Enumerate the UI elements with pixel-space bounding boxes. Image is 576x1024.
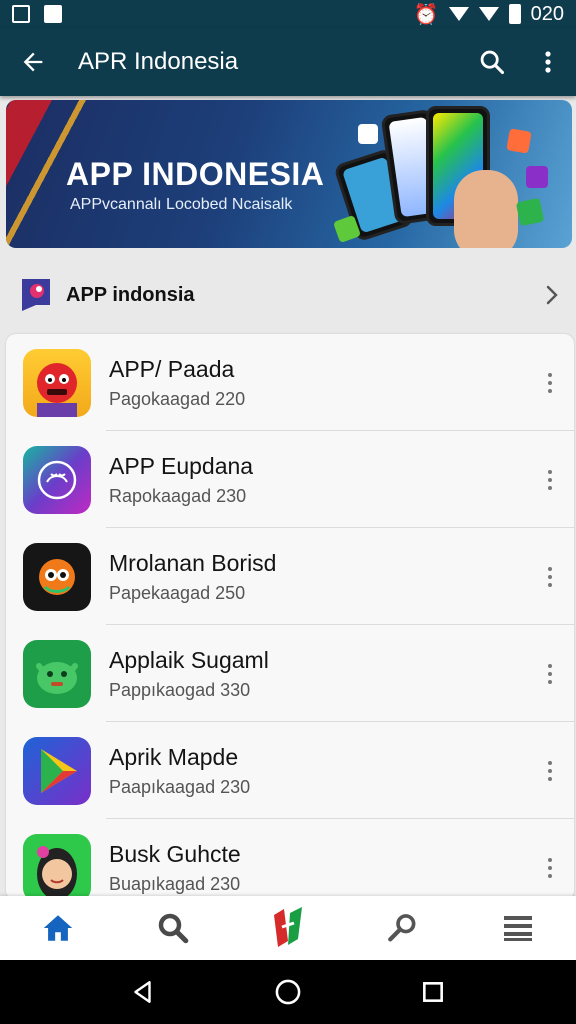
vibrate-icon: ⏰ [413,3,439,26]
app-name: Aprik Mapde [109,743,239,770]
back-button[interactable] [0,28,66,96]
triangle-back-icon [133,981,151,1003]
back-arrow-icon [23,52,43,72]
lion-app-icon [23,445,91,514]
search-button[interactable] [464,28,520,96]
app-tile-icon [526,166,548,188]
more-vert-icon [548,857,552,878]
section-title: APP indonsia [66,283,195,306]
item-more-button[interactable] [526,741,574,801]
girl-avatar-app-icon [23,833,91,900]
item-more-button[interactable] [526,450,574,510]
list-item[interactable]: Applaik Sugaml Pappıkaogad 330 [6,625,574,722]
more-vert-icon [545,51,551,73]
circle-home-icon [275,979,301,1005]
owl-app-icon [23,542,91,611]
status-time: 020 [530,2,564,25]
list-item[interactable]: Mrolanan Borisd Papekaagad 250 [6,528,574,625]
play-triangle-app-icon [23,736,91,805]
nav-menu[interactable] [461,896,576,960]
menu-icon [504,916,533,941]
app-list: APP/ Paada Pagokaagad 220 APP Eupdana Ra… [6,334,574,900]
app-bar: APR Indonesia [0,28,576,96]
app-tile-icon [515,197,545,227]
app-name: Applaik Sugaml [109,646,269,673]
app-name: Mrolanan Borisd [109,549,277,576]
nav-store[interactable] [230,896,345,960]
more-vert-icon [548,372,552,393]
item-more-button[interactable] [526,644,574,704]
nav-explore[interactable] [346,896,461,960]
more-vert-icon [548,663,552,684]
status-bar: ⏰ 020 [0,0,576,28]
more-vert-icon [548,760,552,781]
battery-icon [508,4,521,24]
hand-illustration [454,170,518,248]
app-subtitle: Buapıkagad 230 [109,873,241,894]
list-item[interactable]: APP Eupdana Rapokaagad 230 [6,431,574,528]
magnifier-icon [388,914,416,942]
search-icon [158,913,189,944]
app-subtitle: Pappıkaogad 330 [109,679,251,700]
app-subtitle: Paapıkaagad 230 [109,776,251,797]
banner-subtitle: APPvcannalı Locobed Ncaisalk [70,196,293,213]
section-header[interactable]: APP indonsia [0,268,576,322]
item-more-button[interactable] [526,547,574,607]
more-vert-icon [548,469,552,490]
promo-banner[interactable]: APP INDONESIA APPvcannalı Locobed Ncaisa… [6,100,572,248]
list-item[interactable]: Aprik Mapde Paapıkaagad 230 [6,722,574,819]
app-subtitle: Papekaagad 250 [109,582,246,603]
app-subtitle: Rapokaagad 230 [109,485,247,506]
app-subtitle: Pagokaagad 220 [109,388,246,409]
bottom-navigation [0,896,576,960]
banner-title: APP INDONESIA [66,156,325,192]
system-navigation-bar [0,960,576,1024]
system-back-button[interactable] [111,960,175,1024]
system-home-button[interactable] [256,960,320,1024]
nav-search[interactable] [115,896,230,960]
square-recents-icon [423,982,444,1002]
signal-icon [448,7,469,21]
more-vert-icon [548,566,552,587]
list-item[interactable]: Busk Guhcte Buapıkagad 230 [6,819,574,900]
section-logo-icon [22,279,50,311]
home-icon [43,915,72,941]
wifi-icon [478,7,499,21]
list-item[interactable]: APP/ Paada Pagokaagad 220 [6,334,574,431]
nav-home[interactable] [0,896,115,960]
app-tile-icon [358,124,378,144]
sim-icon [12,5,30,23]
app-tile-icon [506,128,532,154]
green-creature-app-icon [23,639,91,708]
system-recents-button[interactable] [401,960,465,1024]
chevron-right-icon [546,285,558,305]
overflow-menu-button[interactable] [520,28,576,96]
app-name: APP/ Paada [109,355,235,382]
app-name: Busk Guhcte [109,840,241,867]
section-more-button[interactable] [528,268,576,322]
notification-icon [44,5,62,23]
monster-app-icon [23,348,91,417]
page-title: APR Indonesia [78,48,239,75]
search-icon [480,50,505,75]
item-more-button[interactable] [526,353,574,413]
app-name: APP Eupdana [109,452,254,479]
item-more-button[interactable] [526,838,574,898]
store-logo-icon [274,907,302,947]
